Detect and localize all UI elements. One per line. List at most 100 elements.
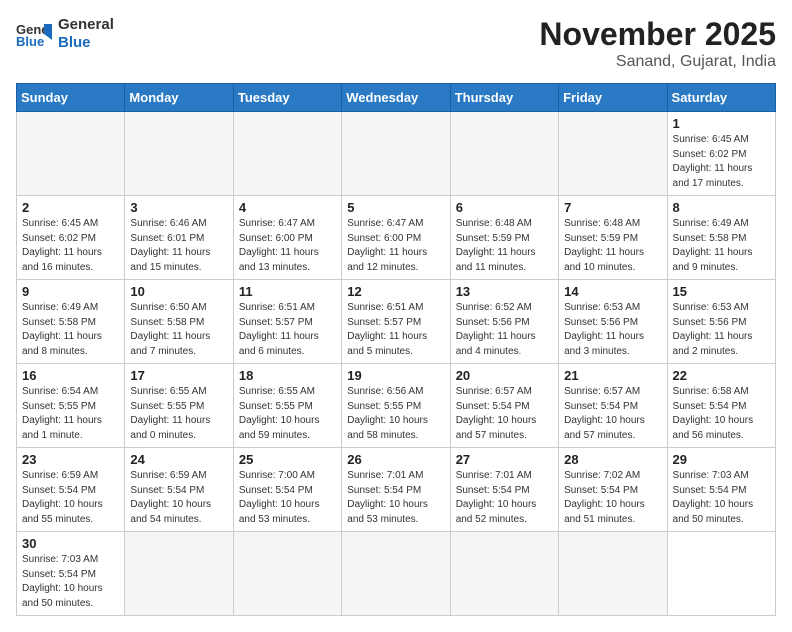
day-info: Sunrise: 6:47 AM Sunset: 6:00 PM Dayligh…	[239, 217, 336, 275]
calendar-cell: 11Sunrise: 6:51 AM Sunset: 5:57 PM Dayli…	[233, 280, 341, 364]
calendar-cell	[559, 532, 667, 616]
day-number: 4	[239, 200, 336, 215]
day-number: 22	[673, 368, 770, 383]
day-number: 13	[456, 284, 553, 299]
day-info: Sunrise: 7:01 AM Sunset: 5:54 PM Dayligh…	[347, 469, 444, 527]
day-info: Sunrise: 6:50 AM Sunset: 5:58 PM Dayligh…	[130, 301, 227, 359]
day-info: Sunrise: 6:54 AM Sunset: 5:55 PM Dayligh…	[22, 385, 119, 443]
calendar-cell: 30 Sunrise: 7:03 AM Sunset: 5:54 PM Dayli…	[17, 532, 125, 616]
logo-icon: General Blue	[16, 20, 52, 48]
day-number: 8	[673, 200, 770, 215]
calendar-cell: 12Sunrise: 6:51 AM Sunset: 5:57 PM Dayli…	[342, 280, 450, 364]
calendar-cell	[125, 532, 233, 616]
calendar-row: 9 Sunrise: 6:49 AM Sunset: 5:58 PM Daylig…	[17, 280, 776, 364]
day-info: Sunrise: 6:59 AM Sunset: 5:54 PM Dayligh…	[22, 469, 119, 527]
day-number: 1	[673, 116, 770, 131]
day-number: 2	[22, 200, 119, 215]
day-number: 20	[456, 368, 553, 383]
day-number: 10	[130, 284, 227, 299]
day-info: Sunrise: 6:48 AM Sunset: 5:59 PM Dayligh…	[564, 217, 661, 275]
day-info: Sunrise: 7:00 AM Sunset: 5:54 PM Dayligh…	[239, 469, 336, 527]
weekday-header: Thursday	[450, 84, 558, 112]
calendar-cell	[233, 532, 341, 616]
calendar-cell: 18 Sunrise: 6:55 AM Sunset: 5:55 PM Dayli…	[233, 364, 341, 448]
weekday-header: Monday	[125, 84, 233, 112]
calendar-cell: 9 Sunrise: 6:49 AM Sunset: 5:58 PM Daylig…	[17, 280, 125, 364]
day-number: 24	[130, 452, 227, 467]
calendar-cell: 22 Sunrise: 6:58 AM Sunset: 5:54 PM Dayli…	[667, 364, 775, 448]
calendar-cell: 28Sunrise: 7:02 AM Sunset: 5:54 PM Dayli…	[559, 448, 667, 532]
logo-general: General	[58, 16, 114, 34]
day-info: Sunrise: 6:45 AM Sunset: 6:02 PM Dayligh…	[673, 133, 770, 191]
calendar-cell: 13Sunrise: 6:52 AM Sunset: 5:56 PM Dayli…	[450, 280, 558, 364]
day-info: Sunrise: 6:47 AM Sunset: 6:00 PM Dayligh…	[347, 217, 444, 275]
day-number: 12	[347, 284, 444, 299]
day-number: 18	[239, 368, 336, 383]
day-info: Sunrise: 6:59 AM Sunset: 5:54 PM Dayligh…	[130, 469, 227, 527]
day-number: 23	[22, 452, 119, 467]
day-number: 19	[347, 368, 444, 383]
day-info: Sunrise: 6:53 AM Sunset: 5:56 PM Dayligh…	[564, 301, 661, 359]
day-number: 6	[456, 200, 553, 215]
day-info: Sunrise: 6:49 AM Sunset: 5:58 PM Dayligh…	[673, 217, 770, 275]
calendar-row: 16 Sunrise: 6:54 AM Sunset: 5:55 PM Dayli…	[17, 364, 776, 448]
calendar-cell	[342, 112, 450, 196]
day-number: 15	[673, 284, 770, 299]
day-info: Sunrise: 6:49 AM Sunset: 5:58 PM Dayligh…	[22, 301, 119, 359]
day-number: 9	[22, 284, 119, 299]
day-info: Sunrise: 7:03 AM Sunset: 5:54 PM Dayligh…	[673, 469, 770, 527]
weekday-header: Wednesday	[342, 84, 450, 112]
day-info: Sunrise: 7:03 AM Sunset: 5:54 PM Dayligh…	[22, 553, 119, 611]
weekday-header: Tuesday	[233, 84, 341, 112]
calendar-cell: 27Sunrise: 7:01 AM Sunset: 5:54 PM Dayli…	[450, 448, 558, 532]
day-info: Sunrise: 6:55 AM Sunset: 5:55 PM Dayligh…	[130, 385, 227, 443]
calendar-cell: 10 Sunrise: 6:50 AM Sunset: 5:58 PM Dayli…	[125, 280, 233, 364]
day-number: 21	[564, 368, 661, 383]
calendar-row: 30 Sunrise: 7:03 AM Sunset: 5:54 PM Dayli…	[17, 532, 776, 616]
calendar-cell: 24 Sunrise: 6:59 AM Sunset: 5:54 PM Dayli…	[125, 448, 233, 532]
calendar-cell	[17, 112, 125, 196]
location: Sanand, Gujarat, India	[539, 53, 776, 71]
day-info: Sunrise: 6:56 AM Sunset: 5:55 PM Dayligh…	[347, 385, 444, 443]
day-info: Sunrise: 6:57 AM Sunset: 5:54 PM Dayligh…	[564, 385, 661, 443]
calendar-cell: 16 Sunrise: 6:54 AM Sunset: 5:55 PM Dayli…	[17, 364, 125, 448]
weekday-header: Sunday	[17, 84, 125, 112]
day-info: Sunrise: 6:58 AM Sunset: 5:54 PM Dayligh…	[673, 385, 770, 443]
weekday-header: Friday	[559, 84, 667, 112]
day-number: 26	[347, 452, 444, 467]
calendar-cell: 6 Sunrise: 6:48 AM Sunset: 5:59 PM Daylig…	[450, 196, 558, 280]
calendar-cell: 23 Sunrise: 6:59 AM Sunset: 5:54 PM Dayli…	[17, 448, 125, 532]
calendar-cell: 19 Sunrise: 6:56 AM Sunset: 5:55 PM Dayli…	[342, 364, 450, 448]
weekday-header-row: SundayMondayTuesdayWednesdayThursdayFrid…	[17, 84, 776, 112]
svg-text:Blue: Blue	[16, 34, 44, 48]
day-number: 27	[456, 452, 553, 467]
weekday-header: Saturday	[667, 84, 775, 112]
day-info: Sunrise: 6:55 AM Sunset: 5:55 PM Dayligh…	[239, 385, 336, 443]
calendar-cell: 1 Sunrise: 6:45 AM Sunset: 6:02 PM Daylig…	[667, 112, 775, 196]
day-number: 7	[564, 200, 661, 215]
day-info: Sunrise: 6:48 AM Sunset: 5:59 PM Dayligh…	[456, 217, 553, 275]
day-info: Sunrise: 7:02 AM Sunset: 5:54 PM Dayligh…	[564, 469, 661, 527]
calendar-cell: 14Sunrise: 6:53 AM Sunset: 5:56 PM Dayli…	[559, 280, 667, 364]
calendar-cell: 20 Sunrise: 6:57 AM Sunset: 5:54 PM Dayli…	[450, 364, 558, 448]
day-number: 29	[673, 452, 770, 467]
page-header: General Blue General Blue November 2025 …	[16, 16, 776, 71]
calendar-cell	[559, 112, 667, 196]
day-number: 5	[347, 200, 444, 215]
month-year: November 2025	[539, 16, 776, 53]
logo: General Blue General Blue	[16, 16, 114, 52]
day-info: Sunrise: 6:45 AM Sunset: 6:02 PM Dayligh…	[22, 217, 119, 275]
calendar-cell	[233, 112, 341, 196]
day-info: Sunrise: 6:57 AM Sunset: 5:54 PM Dayligh…	[456, 385, 553, 443]
day-number: 30	[22, 536, 119, 551]
calendar-cell: 21 Sunrise: 6:57 AM Sunset: 5:54 PM Dayli…	[559, 364, 667, 448]
calendar-row: 2 Sunrise: 6:45 AM Sunset: 6:02 PM Daylig…	[17, 196, 776, 280]
logo-blue: Blue	[58, 34, 114, 52]
calendar-row: 23 Sunrise: 6:59 AM Sunset: 5:54 PM Dayli…	[17, 448, 776, 532]
title-block: November 2025 Sanand, Gujarat, India	[539, 16, 776, 71]
day-number: 25	[239, 452, 336, 467]
day-info: Sunrise: 6:53 AM Sunset: 5:56 PM Dayligh…	[673, 301, 770, 359]
day-number: 11	[239, 284, 336, 299]
day-info: Sunrise: 6:46 AM Sunset: 6:01 PM Dayligh…	[130, 217, 227, 275]
day-number: 16	[22, 368, 119, 383]
